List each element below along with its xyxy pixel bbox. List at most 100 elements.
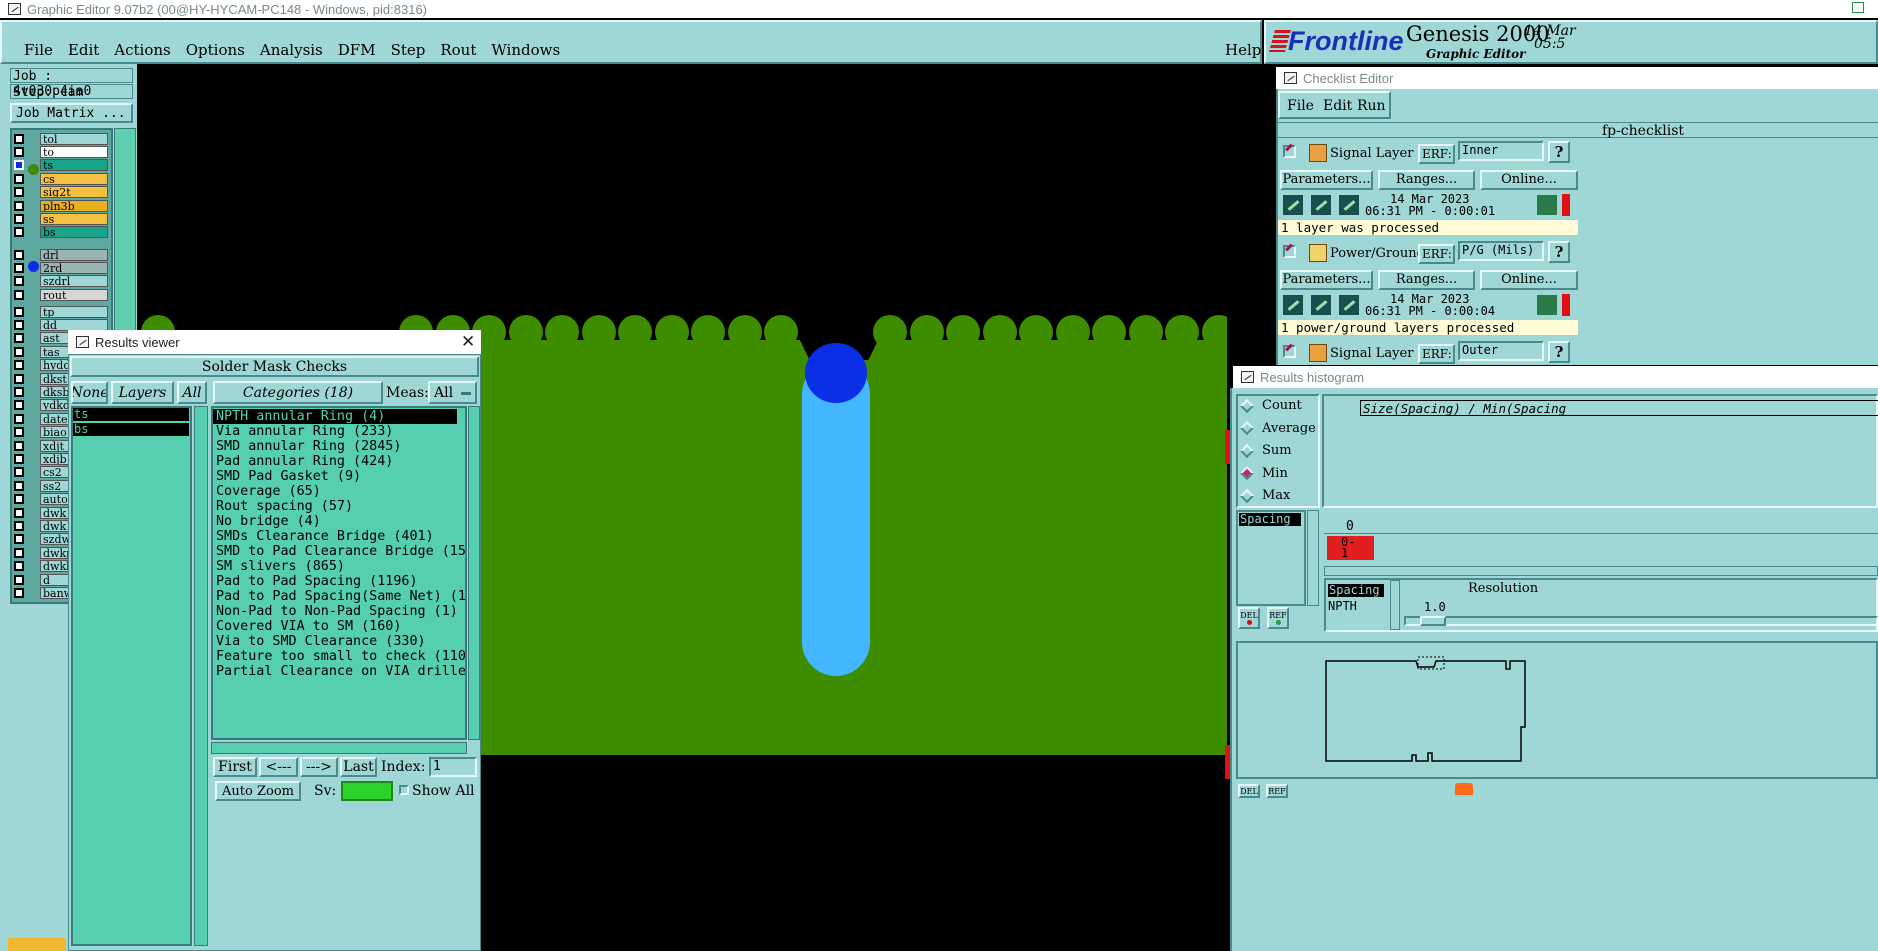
layer-checkbox[interactable] [14,534,24,545]
sv-indicator[interactable] [341,781,393,801]
category-item[interactable]: SMD annular Ring (2845) [213,439,465,454]
category-item[interactable]: Partial Clearance on VIA drilled [213,664,465,679]
layer-row-szdrl[interactable]: szdrl [10,275,110,288]
job-matrix-button[interactable]: Job Matrix ... [10,103,133,123]
first-button[interactable]: First [213,757,257,777]
layer-row-bs[interactable]: bs [10,226,110,239]
menu-edit[interactable]: Edit [68,41,99,59]
layer-name[interactable]: bs [40,226,108,239]
layers-all-button[interactable]: All [177,381,207,404]
layer-checkbox[interactable] [14,146,24,157]
category-item[interactable]: SMD Pad Gasket (9) [213,469,465,484]
category-item[interactable]: Feature too small to check (110) [213,649,465,664]
layers-none-button[interactable]: None [71,381,108,404]
layer-checkbox[interactable] [14,587,24,598]
layer-checkbox[interactable] [14,289,24,300]
help-button[interactable]: ? [1548,141,1570,163]
layers-listbox[interactable] [71,406,192,946]
category-item[interactable]: SMDs Clearance Bridge (401) [213,529,465,544]
layer-checkbox[interactable] [14,276,24,287]
histogram-list-scroll[interactable] [1307,510,1319,606]
run-action-icon[interactable] [1338,194,1360,216]
layer-checkbox[interactable] [14,227,24,238]
results-layer-ts[interactable]: ts [73,408,189,421]
ref-button[interactable]: REF [1267,607,1289,629]
parameters-button[interactable]: Parameters... [1280,170,1373,190]
run-action-icon[interactable] [1338,294,1360,316]
layer-checkbox[interactable] [14,547,24,558]
layer-name[interactable]: ts [40,159,108,172]
online-button[interactable]: Online... [1480,270,1578,290]
histogram-option-max[interactable]: Max [1239,488,1290,503]
prev-button[interactable]: <--- [259,757,298,777]
layer-checkbox[interactable] [14,249,24,260]
layer-row-tol[interactable]: tol [10,132,110,145]
layer-checkbox[interactable] [14,187,24,198]
category-item[interactable]: Pad to Pad Spacing (1196) [213,574,465,589]
layer-row-cs[interactable]: cs [10,172,110,185]
auto-zoom-button[interactable]: Auto Zoom [215,781,301,801]
layer-checkbox[interactable] [14,413,24,424]
layer-row-pln3b[interactable]: pln3b [10,199,110,212]
layer-row-2rd[interactable]: 2rd [10,261,110,274]
layer-name[interactable]: cs [40,172,108,185]
categories-hscroll[interactable] [211,742,467,754]
category-item[interactable]: SMD to Pad Clearance Bridge (15) [213,544,465,559]
histogram-hscroll[interactable] [1324,566,1878,576]
layer-checkbox[interactable] [14,400,24,411]
erf-value[interactable]: P/G (Mils) [1458,241,1544,261]
layer-row-tp[interactable]: tp [10,305,110,318]
resolution-slider-thumb[interactable] [1420,616,1446,626]
layer-name[interactable]: ss [40,212,108,225]
categories-listbox[interactable]: NPTH annular Ring (4) Via annular Ring (2… [211,406,467,740]
layer-name[interactable]: rout [40,288,108,301]
menu-dfm[interactable]: DFM [338,41,376,59]
histogram-list-spacing[interactable]: Spacing [1239,513,1301,526]
ranges-button[interactable]: Ranges... [1378,170,1475,190]
meas-select[interactable]: All [428,381,477,404]
layer-checkbox[interactable] [14,262,24,273]
del-button[interactable]: DEL [1238,607,1260,629]
layer-checkbox[interactable] [14,453,24,464]
run-action-icon[interactable] [1282,194,1304,216]
histogram-option-min[interactable]: Min [1239,465,1288,481]
histogram-option-average[interactable]: Average [1239,420,1316,436]
layer-name[interactable]: to [40,145,108,158]
online-button[interactable]: Online... [1480,170,1578,190]
categories-vscroll[interactable] [468,406,480,740]
radio-icon[interactable] [1239,398,1255,413]
menu-rout[interactable]: Rout [440,41,476,59]
erf-value[interactable]: Inner [1458,141,1544,161]
category-item[interactable]: Via to SMD Clearance (330) [213,634,465,649]
layer-checkbox[interactable] [14,440,24,451]
slot-feature[interactable] [802,360,870,676]
menu-options[interactable]: Options [186,41,245,59]
radio-icon[interactable] [1239,465,1255,481]
category-item[interactable]: Pad annular Ring (424) [213,454,465,469]
menu-help[interactable]: Help [1225,41,1261,59]
category-item[interactable]: Pad to Pad Spacing(Same Net) (169 [213,589,465,604]
checklist-menu-run[interactable]: Run [1357,98,1386,114]
layer-checkbox[interactable] [14,133,24,144]
layer-checkbox[interactable] [14,386,24,397]
layer-row-ts[interactable]: ts [10,159,110,172]
histogram-bar[interactable]: 0- 1 [1327,536,1374,560]
show-all-checkbox[interactable] [399,785,409,795]
parameters-button[interactable]: Parameters... [1280,270,1373,290]
run-action-icon[interactable] [1310,194,1332,216]
category-item[interactable]: SM slivers (865) [213,559,465,574]
checklist-menu-file[interactable]: File [1287,98,1314,114]
category-item[interactable]: Non-Pad to Non-Pad Spacing (1) [213,604,465,619]
layer-name[interactable]: 2rd [40,261,108,274]
category-item[interactable]: Covered VIA to SM (160) [213,619,465,634]
layer-checkbox[interactable] [14,319,24,330]
radio-icon[interactable] [1239,420,1255,436]
layer-checkbox[interactable] [14,333,24,344]
layer-checkbox[interactable] [14,160,24,171]
layer-name[interactable]: tol [40,132,108,145]
layer-checkbox[interactable] [14,561,24,572]
close-icon[interactable]: ✕ [461,332,475,352]
histogram-preview[interactable] [1236,641,1878,779]
layer-checkbox[interactable] [14,306,24,317]
menu-analysis[interactable]: Analysis [260,41,323,59]
